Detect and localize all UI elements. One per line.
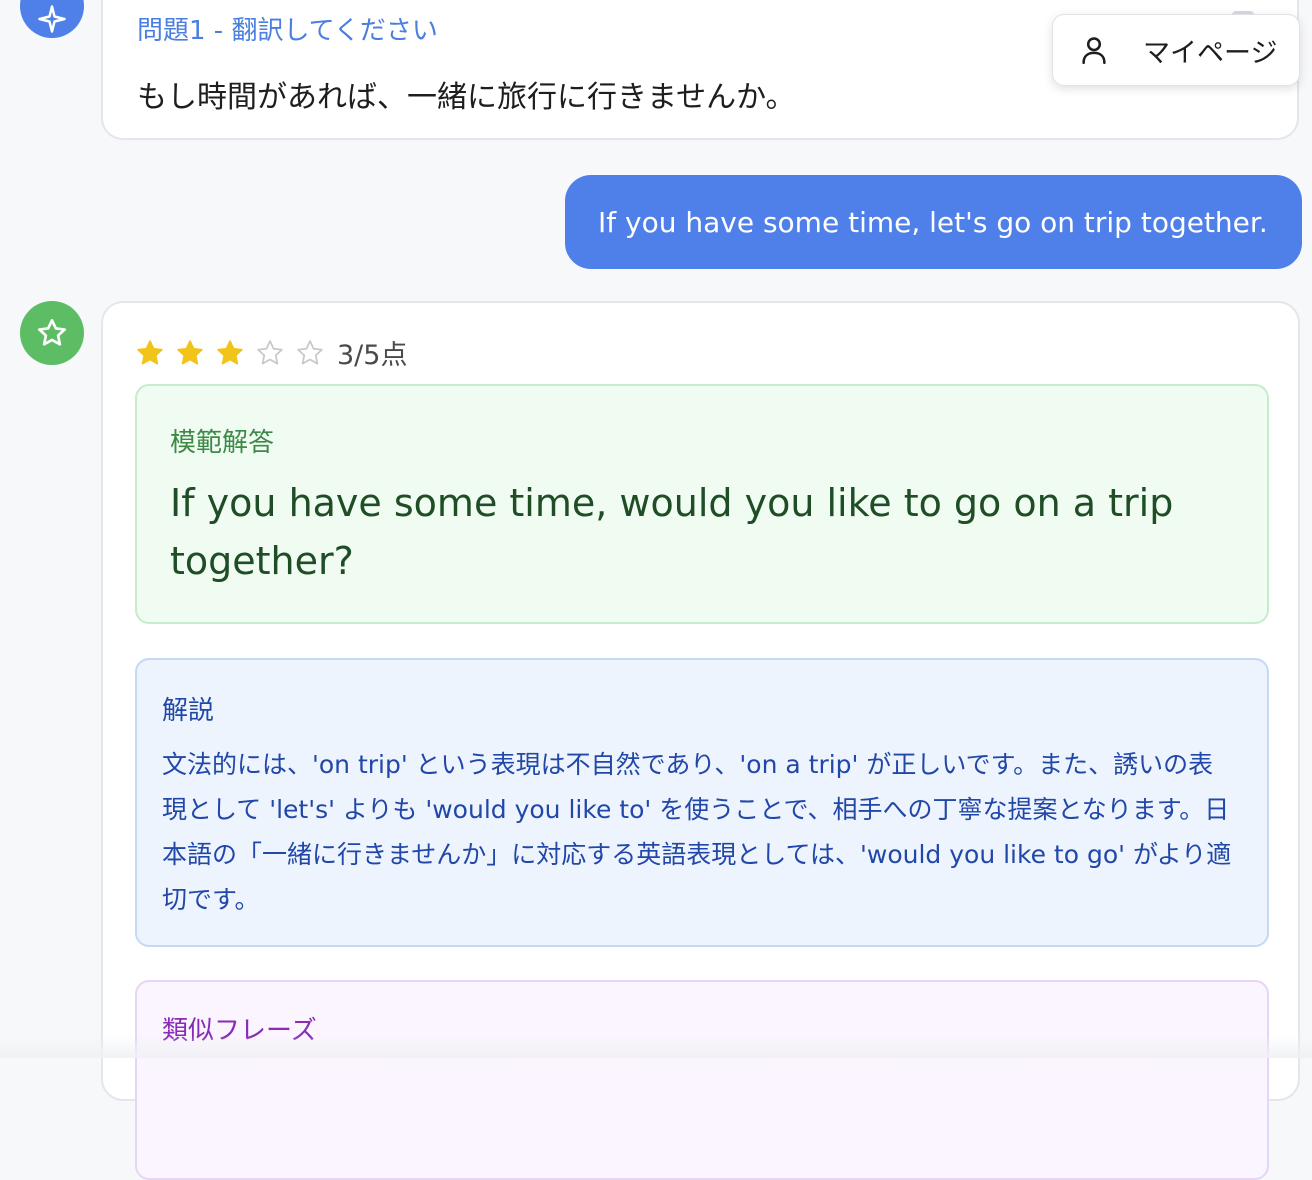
user-answer-bubble: If you have some time, let's go on trip … (565, 175, 1302, 269)
star-filled-icon (137, 339, 163, 364)
model-answer-box: 模範解答 If you have some time, would you li… (135, 384, 1269, 624)
mypage-label: マイページ (1143, 37, 1278, 69)
star-filled-icon (177, 339, 203, 364)
model-answer-text: If you have some time, would you like to… (170, 481, 1174, 583)
similar-phrases-box: 類似フレーズ (135, 980, 1269, 1180)
grade-avatar (20, 301, 84, 365)
explanation-label: 解説 (162, 696, 215, 726)
explanation-box: 解説 文法的には、'on trip' という表現は不自然であり、'on a tr… (135, 658, 1269, 947)
score-text: 3/5点 (337, 340, 408, 371)
sparkle-icon (37, 4, 67, 34)
mypage-button[interactable]: マイページ (1052, 14, 1300, 86)
explanation-text: 文法的には、'on trip' という表現は不自然であり、'on a trip'… (162, 750, 1232, 914)
star-icon (36, 317, 68, 349)
user-answer-text: If you have some time, let's go on trip … (598, 205, 1268, 239)
model-answer-label: 模範解答 (170, 428, 275, 458)
result-card: 3/5点 模範解答 If you have some time, would y… (101, 301, 1300, 1180)
similar-phrases-label: 類似フレーズ (162, 1016, 317, 1046)
ai-avatar (20, 0, 84, 38)
star-filled-icon (217, 339, 243, 364)
star-empty-icon (257, 339, 283, 364)
question-label: 問題1 - 翻訳してください (137, 16, 438, 46)
question-text: もし時間があれば、一緒に旅行に行きませんか。 (137, 80, 796, 115)
star-rating: 3/5点 (135, 333, 407, 372)
user-icon (1079, 35, 1109, 65)
star-empty-icon (297, 339, 323, 364)
